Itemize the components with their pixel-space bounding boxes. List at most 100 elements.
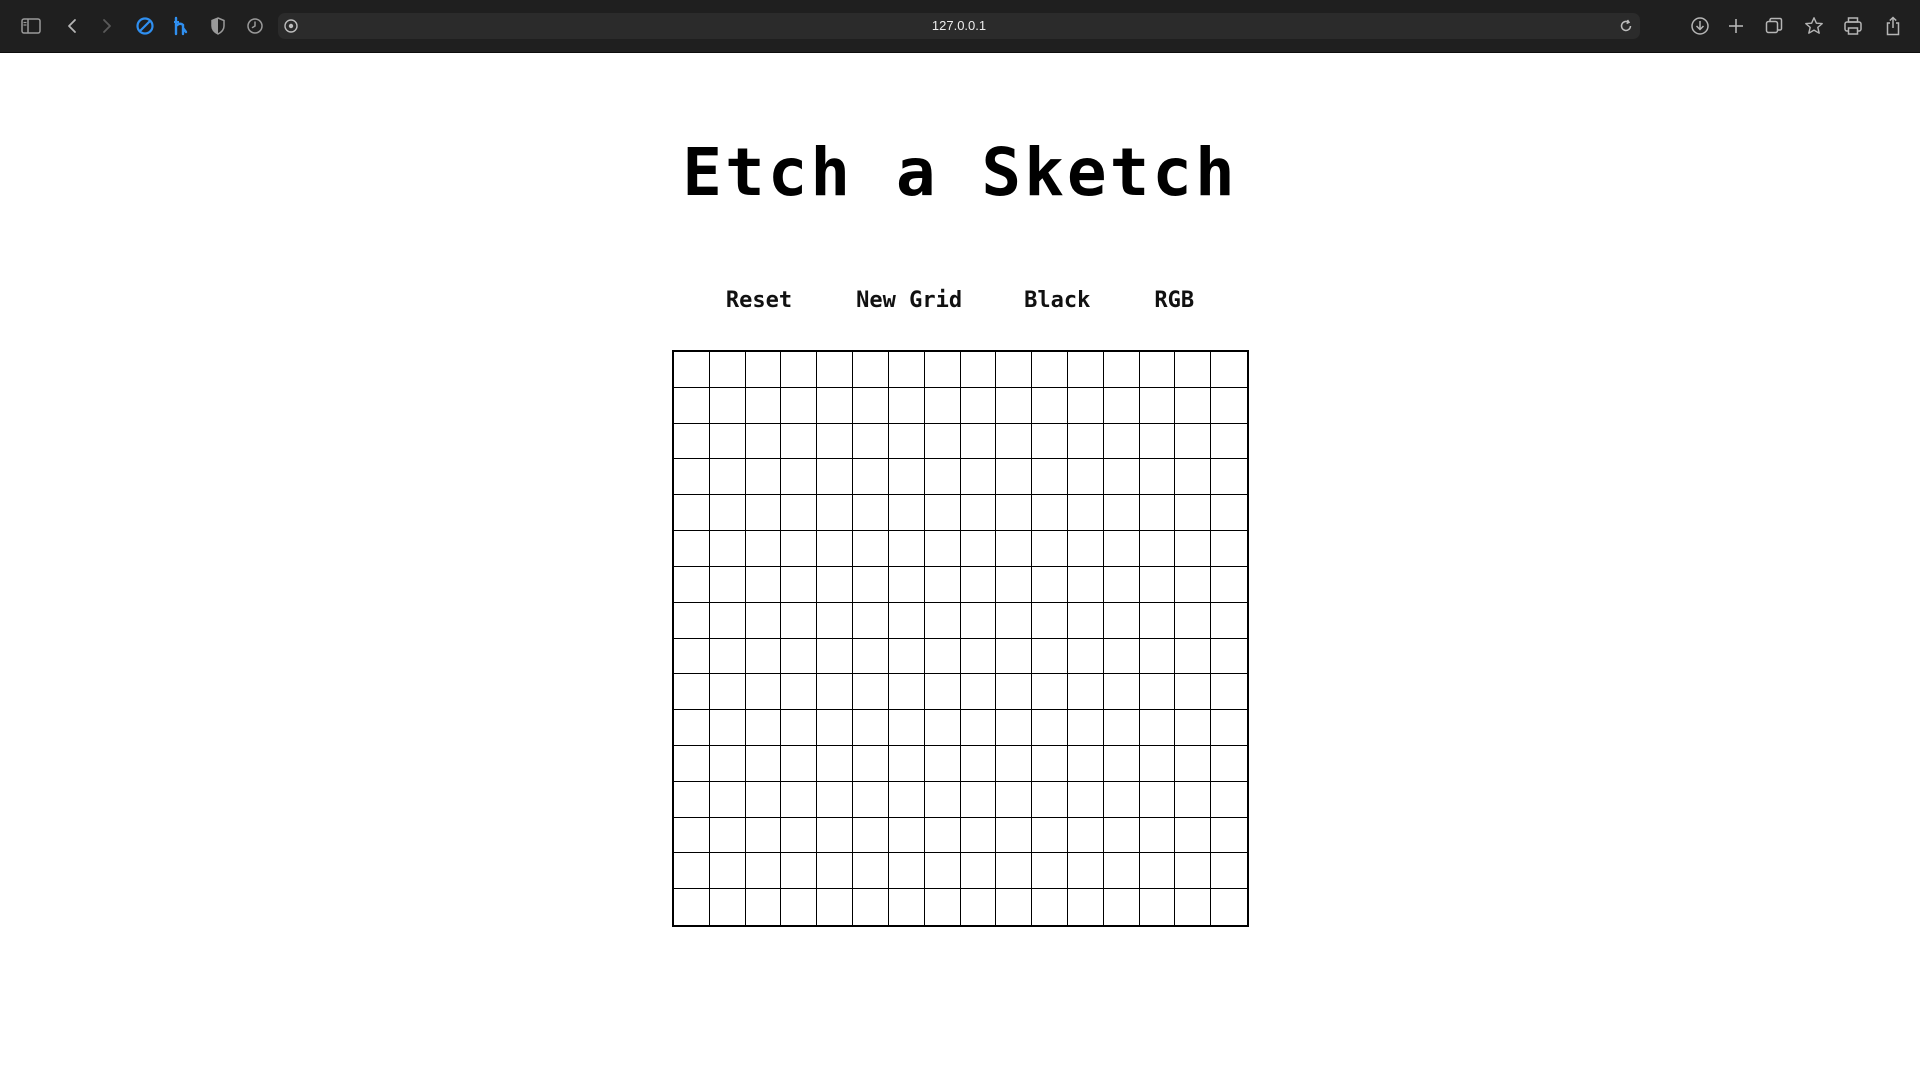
grid-cell[interactable] xyxy=(1211,387,1247,424)
grid-cell[interactable] xyxy=(781,853,818,890)
grid-cell[interactable] xyxy=(817,889,854,925)
grid-cell[interactable] xyxy=(996,817,1033,854)
grid-cell[interactable] xyxy=(709,602,746,639)
grid-cell[interactable] xyxy=(1175,566,1212,603)
url-text[interactable]: 127.0.0.1 xyxy=(278,13,1640,39)
grid-cell[interactable] xyxy=(1067,423,1104,460)
grid-cell[interactable] xyxy=(674,531,710,567)
grid-cell[interactable] xyxy=(853,781,889,818)
grid-cell[interactable] xyxy=(1211,423,1247,460)
grid-cell[interactable] xyxy=(745,531,782,567)
grid-cell[interactable] xyxy=(996,459,1033,496)
grid-cell[interactable] xyxy=(888,566,925,603)
grid-cell[interactable] xyxy=(1032,459,1068,496)
grid-cell[interactable] xyxy=(924,710,961,746)
grid-cell[interactable] xyxy=(924,495,961,532)
grid-cell[interactable] xyxy=(817,352,854,388)
grid-cell[interactable] xyxy=(1032,853,1068,890)
grid-cell[interactable] xyxy=(1139,674,1176,711)
grid-cell[interactable] xyxy=(781,602,818,639)
rgb-mode-button[interactable]: RGB xyxy=(1154,280,1194,321)
grid-cell[interactable] xyxy=(924,781,961,818)
grid-cell[interactable] xyxy=(888,817,925,854)
grid-cell[interactable] xyxy=(1067,352,1104,388)
grid-cell[interactable] xyxy=(853,459,889,496)
grid-cell[interactable] xyxy=(853,889,889,925)
grid-cell[interactable] xyxy=(1211,495,1247,532)
grid-cell[interactable] xyxy=(853,853,889,890)
new-tab-icon[interactable] xyxy=(1721,11,1751,41)
grid-cell[interactable] xyxy=(781,710,818,746)
grid-cell[interactable] xyxy=(781,566,818,603)
grid-cell[interactable] xyxy=(745,817,782,854)
downloads-icon[interactable] xyxy=(1685,11,1715,41)
grid-cell[interactable] xyxy=(1067,638,1104,675)
grid-cell[interactable] xyxy=(1067,387,1104,424)
grid-cell[interactable] xyxy=(745,674,782,711)
grid-cell[interactable] xyxy=(781,352,818,388)
blocker-extension-icon[interactable] xyxy=(130,11,160,41)
grid-cell[interactable] xyxy=(1139,566,1176,603)
new-grid-button[interactable]: New Grid xyxy=(856,280,962,321)
grid-cell[interactable] xyxy=(781,423,818,460)
grid-cell[interactable] xyxy=(924,889,961,925)
grid-cell[interactable] xyxy=(709,889,746,925)
grid-cell[interactable] xyxy=(674,781,710,818)
grid-cell[interactable] xyxy=(1032,781,1068,818)
grid-cell[interactable] xyxy=(960,781,997,818)
grid-cell[interactable] xyxy=(745,387,782,424)
grid-cell[interactable] xyxy=(817,781,854,818)
grid-cell[interactable] xyxy=(674,674,710,711)
grid-cell[interactable] xyxy=(781,531,818,567)
grid-cell[interactable] xyxy=(888,710,925,746)
grid-cell[interactable] xyxy=(1211,817,1247,854)
grid-cell[interactable] xyxy=(888,781,925,818)
grid-cell[interactable] xyxy=(888,674,925,711)
grid-cell[interactable] xyxy=(1211,710,1247,746)
grid-cell[interactable] xyxy=(924,602,961,639)
grid-cell[interactable] xyxy=(1067,495,1104,532)
grid-cell[interactable] xyxy=(817,387,854,424)
grid-cell[interactable] xyxy=(1175,710,1212,746)
grid-cell[interactable] xyxy=(960,495,997,532)
grid-cell[interactable] xyxy=(960,745,997,782)
grid-cell[interactable] xyxy=(1211,602,1247,639)
grid-cell[interactable] xyxy=(745,889,782,925)
grid-cell[interactable] xyxy=(1103,853,1140,890)
grid-cell[interactable] xyxy=(1067,745,1104,782)
grid-cell[interactable] xyxy=(709,710,746,746)
print-icon[interactable] xyxy=(1838,11,1868,41)
grid-cell[interactable] xyxy=(674,638,710,675)
grid-cell[interactable] xyxy=(745,781,782,818)
grid-cell[interactable] xyxy=(1211,853,1247,890)
grid-cell[interactable] xyxy=(674,853,710,890)
grid-cell[interactable] xyxy=(1175,423,1212,460)
grid-cell[interactable] xyxy=(1067,531,1104,567)
grid-cell[interactable] xyxy=(1175,638,1212,675)
bookmark-star-icon[interactable] xyxy=(1799,11,1829,41)
grid-cell[interactable] xyxy=(781,817,818,854)
grid-cell[interactable] xyxy=(745,352,782,388)
grid-cell[interactable] xyxy=(1175,889,1212,925)
grid-cell[interactable] xyxy=(674,745,710,782)
grid-cell[interactable] xyxy=(674,387,710,424)
grid-cell[interactable] xyxy=(1103,495,1140,532)
history-icon[interactable] xyxy=(240,11,270,41)
grid-cell[interactable] xyxy=(817,459,854,496)
grid-cell[interactable] xyxy=(674,566,710,603)
grid-cell[interactable] xyxy=(674,602,710,639)
grid-cell[interactable] xyxy=(1103,674,1140,711)
grid-cell[interactable] xyxy=(888,495,925,532)
grid-cell[interactable] xyxy=(709,459,746,496)
grid-cell[interactable] xyxy=(853,531,889,567)
grid-cell[interactable] xyxy=(853,566,889,603)
grid-cell[interactable] xyxy=(853,638,889,675)
grid-cell[interactable] xyxy=(817,853,854,890)
grid-cell[interactable] xyxy=(745,710,782,746)
grid-cell[interactable] xyxy=(817,602,854,639)
grid-cell[interactable] xyxy=(888,889,925,925)
grid-cell[interactable] xyxy=(1211,566,1247,603)
grid-cell[interactable] xyxy=(960,817,997,854)
grid-cell[interactable] xyxy=(745,745,782,782)
grid-cell[interactable] xyxy=(674,495,710,532)
